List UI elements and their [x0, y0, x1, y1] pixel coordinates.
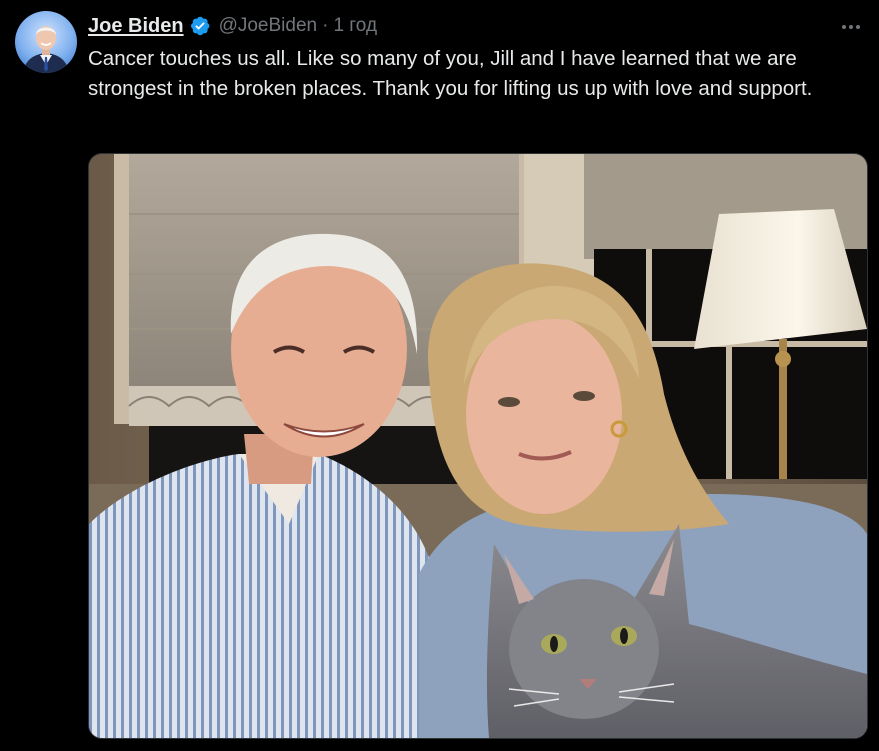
tweet-card: Joe Biden @JoeBiden · 1 год Cancer touch… [0, 0, 879, 751]
author-name[interactable]: Joe Biden [88, 15, 184, 38]
more-options-icon[interactable] [836, 17, 866, 37]
verified-badge-icon[interactable] [189, 15, 211, 37]
author-handle[interactable]: @JoeBiden [219, 15, 318, 37]
tweet-header: Joe Biden @JoeBiden · 1 год [88, 13, 377, 39]
tweet-text: Cancer touches us all. Like so many of y… [88, 47, 813, 100]
avatar-portrait-image [23, 26, 69, 73]
header-separator: · [322, 15, 329, 36]
tweet-timestamp[interactable]: 1 год [333, 15, 377, 37]
photo-image [89, 154, 867, 738]
author-avatar[interactable] [15, 11, 77, 73]
tweet-photo[interactable] [88, 153, 868, 739]
